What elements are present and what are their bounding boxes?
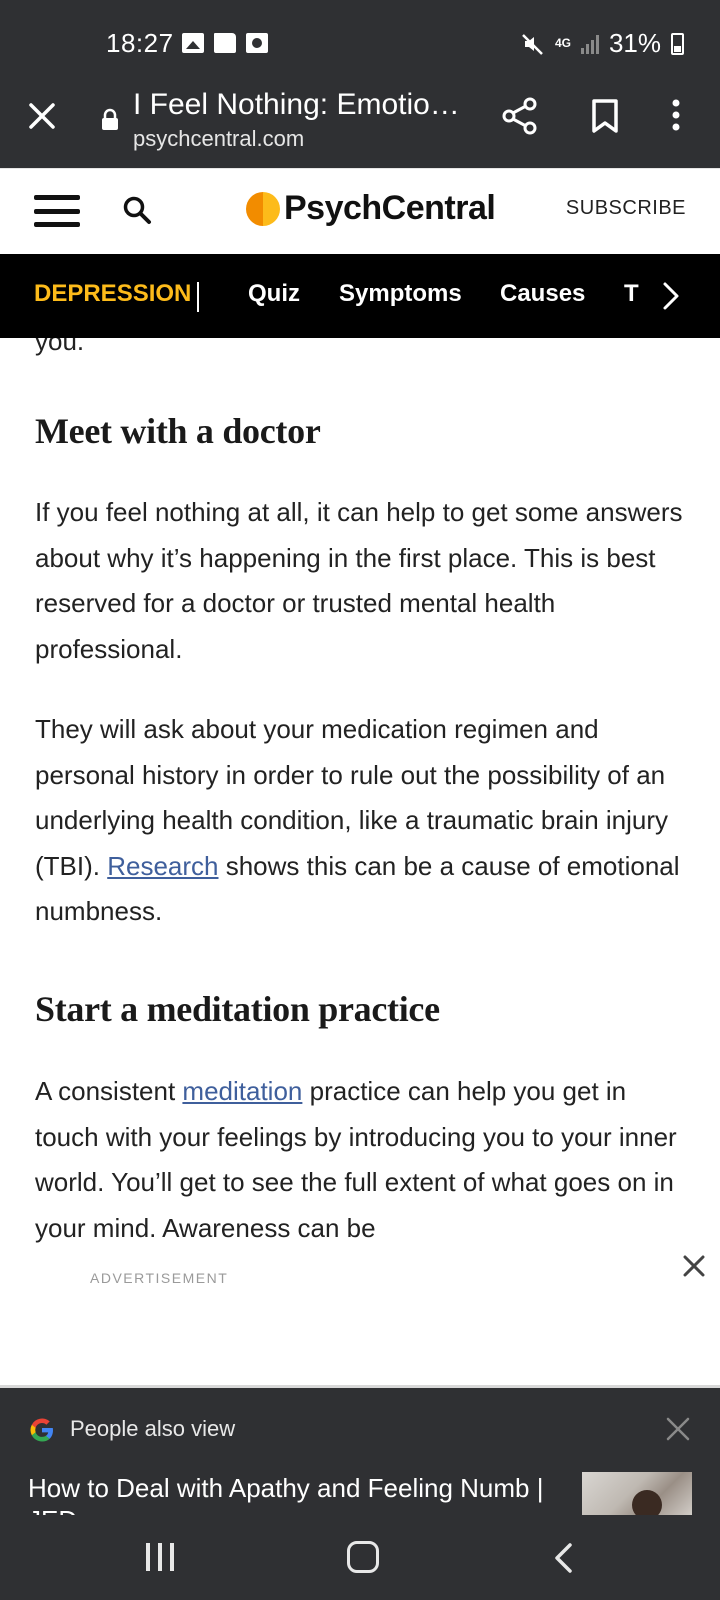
site-logo[interactable]: PsychCentral: [246, 189, 496, 228]
status-bar: 18:27 4G 31%: [0, 0, 720, 86]
category-nav: DEPRESSION Quiz Symptoms Causes T: [0, 254, 720, 338]
bookmark-icon[interactable]: [590, 98, 620, 134]
heading-meet-doctor: Meet with a doctor: [35, 411, 321, 451]
close-icon[interactable]: [26, 100, 58, 132]
google-icon: [30, 1418, 53, 1442]
related-article-thumbnail[interactable]: [582, 1472, 692, 1515]
people-also-view-label: People also view: [70, 1416, 236, 1441]
nav-item-truncated[interactable]: T: [624, 280, 639, 308]
page-url[interactable]: psychcentral.com: [133, 126, 304, 152]
paragraph-doctor-2: They will ask about your medication regi…: [35, 707, 695, 935]
page-title[interactable]: I Feel Nothing: Emotio…: [133, 88, 463, 122]
menu-icon[interactable]: [34, 195, 80, 227]
paragraph-text: A consistent: [35, 1076, 183, 1106]
status-time: 18:27: [106, 28, 174, 58]
battery-icon: [671, 32, 684, 55]
search-icon[interactable]: [122, 195, 152, 225]
topic-link[interactable]: DEPRESSION: [34, 280, 191, 308]
folder-icon: [214, 33, 236, 53]
system-icons: 4G 31%: [521, 28, 684, 59]
notification-icons: [182, 33, 268, 53]
research-link[interactable]: Research: [107, 851, 218, 881]
site-header: PsychCentral SUBSCRIBE: [0, 168, 720, 254]
logo-text: PsychCentral: [284, 189, 496, 227]
nav-item-symptoms[interactable]: Symptoms: [339, 280, 462, 308]
paragraph-meditation: A consistent meditation practice can hel…: [35, 1069, 695, 1251]
back-icon[interactable]: [550, 1541, 576, 1575]
browser-toolbar: I Feel Nothing: Emotio… psychcentral.com: [0, 86, 720, 168]
panel-close-icon[interactable]: [665, 1416, 691, 1442]
ad-close-icon[interactable]: [682, 1254, 706, 1278]
recents-icon[interactable]: [146, 1543, 174, 1571]
home-icon[interactable]: [347, 1541, 379, 1573]
share-icon[interactable]: [500, 96, 540, 136]
system-nav-bar: [0, 1515, 720, 1600]
nav-divider: [197, 282, 199, 312]
nav-item-quiz[interactable]: Quiz: [248, 280, 300, 308]
chevron-right-icon[interactable]: [660, 278, 682, 314]
advertisement-label: ADVERTISEMENT: [90, 1270, 229, 1286]
lock-icon[interactable]: [100, 108, 120, 132]
network-type: 4G: [554, 36, 571, 50]
battery-percent: 31%: [608, 28, 661, 58]
mute-icon: [522, 33, 543, 55]
text-fragment: you.: [35, 338, 85, 356]
heading-meditation: Start a meditation practice: [35, 989, 440, 1029]
logo-mark-icon: [246, 191, 280, 226]
paragraph-doctor-1: If you feel nothing at all, it can help …: [35, 497, 683, 664]
subscribe-link[interactable]: SUBSCRIBE: [566, 197, 686, 220]
signal-icon: [580, 34, 599, 54]
more-icon[interactable]: [670, 98, 682, 134]
screen-record-icon: [246, 33, 268, 53]
meditation-link[interactable]: meditation: [182, 1076, 302, 1106]
people-also-view-panel: People also view How to Deal with Apathy…: [0, 1385, 720, 1515]
article-body: you. Meet with a doctor If you feel noth…: [0, 338, 720, 1385]
nav-item-causes[interactable]: Causes: [500, 280, 585, 308]
related-article-title[interactable]: How to Deal with Apathy and Feeling Numb…: [28, 1472, 548, 1515]
gallery-icon: [182, 33, 204, 53]
